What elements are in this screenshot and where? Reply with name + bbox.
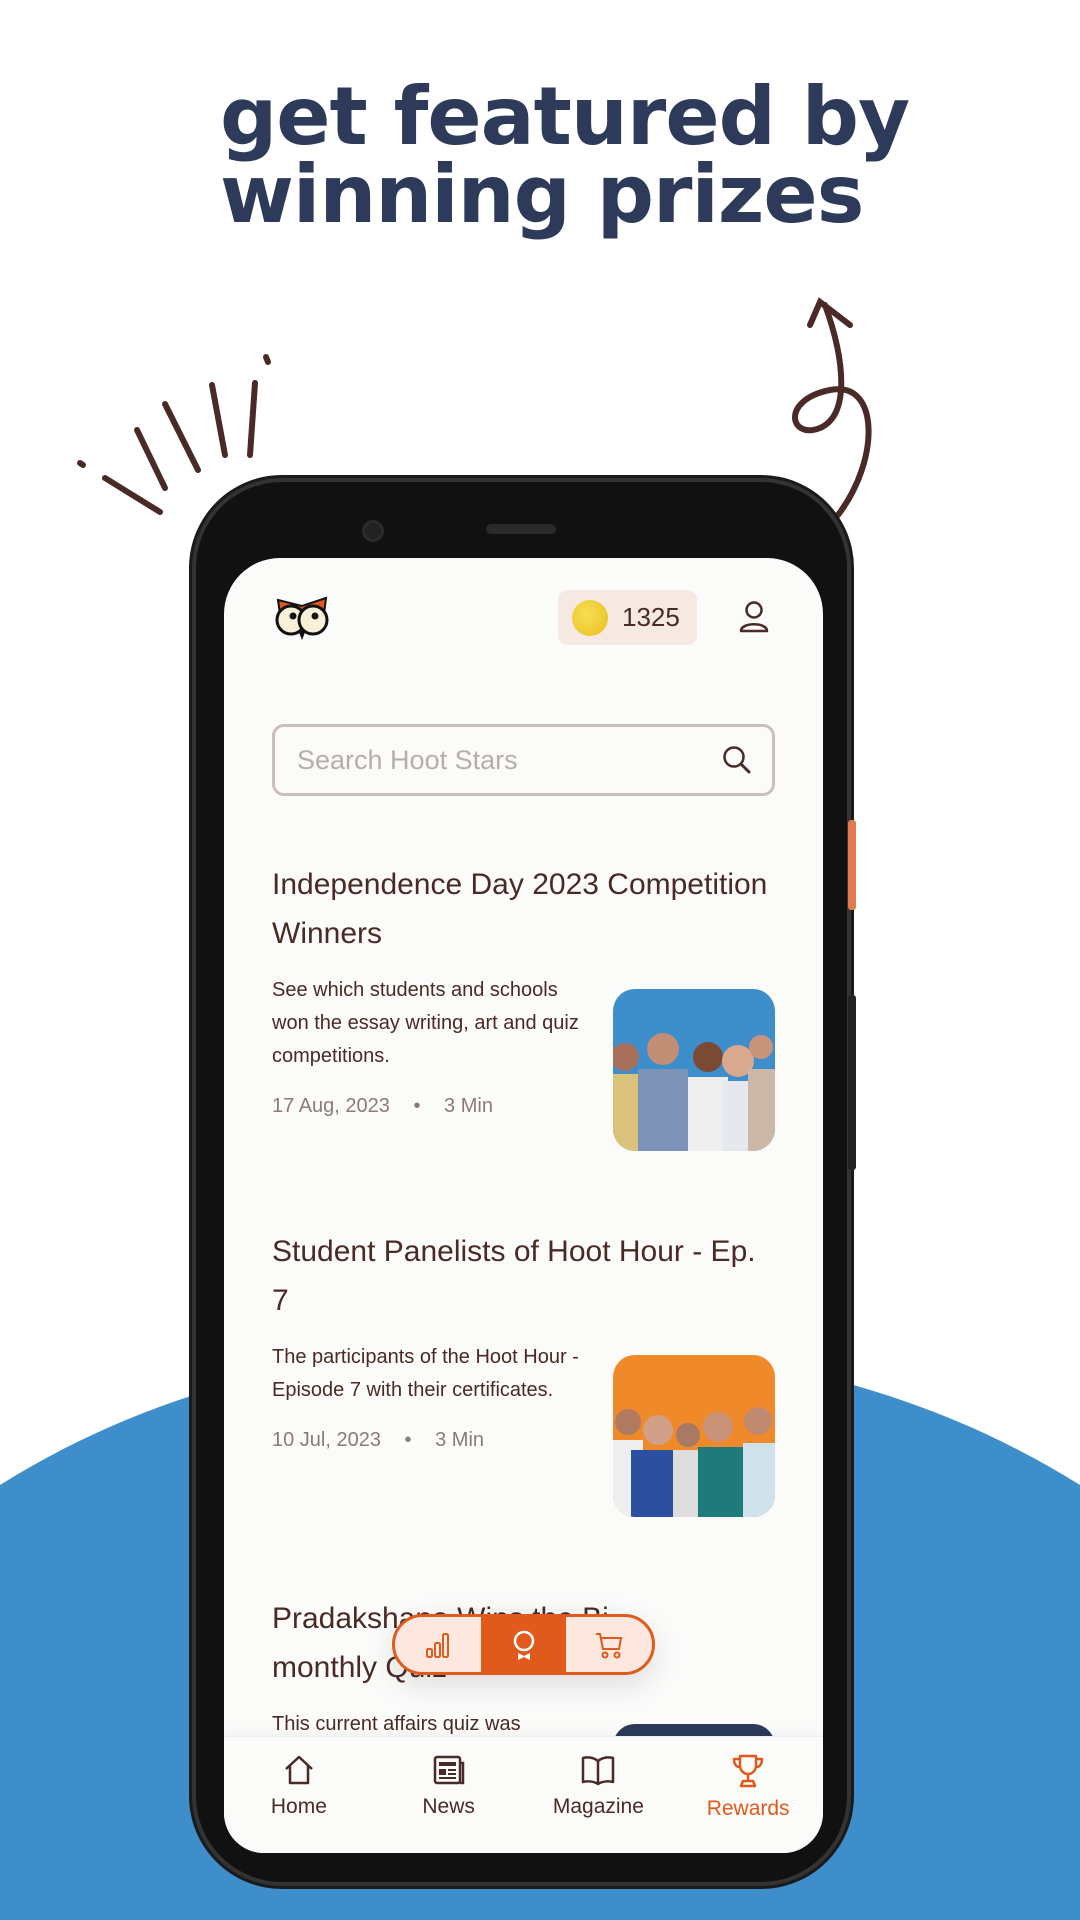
nav-label: News — [422, 1795, 475, 1818]
cart-icon — [596, 1632, 623, 1658]
owl-logo-icon[interactable] — [274, 594, 330, 642]
article-card[interactable]: Independence Day 2023 Competition Winner… — [272, 860, 775, 1160]
article-title[interactable]: Independence Day 2023 Competition Winner… — [272, 860, 775, 958]
article-read-time: 3 Min — [444, 1095, 493, 1117]
speaker — [486, 524, 556, 534]
panelists-photo — [613, 1407, 775, 1517]
article-description: The participants of the Hoot Hour - Epis… — [272, 1346, 579, 1401]
coin-balance[interactable]: 1325 — [558, 590, 697, 645]
nav-label: Rewards — [706, 1797, 790, 1820]
front-camera — [362, 520, 384, 542]
store-button[interactable] — [566, 1617, 652, 1672]
leaderboard-button[interactable] — [395, 1617, 481, 1672]
students-photo — [613, 1033, 775, 1151]
nav-rewards[interactable]: Rewards — [673, 1737, 823, 1853]
coin-icon — [572, 599, 608, 636]
article-title[interactable]: Student Panelists of Hoot Hour - Ep. 7 — [272, 1227, 775, 1325]
trophy-icon — [732, 1754, 764, 1788]
article-thumbnail[interactable] — [613, 989, 775, 1151]
search-box[interactable] — [272, 724, 775, 796]
search-icon[interactable] — [722, 745, 752, 775]
volume-button — [848, 995, 856, 1170]
newspaper-icon — [433, 1755, 464, 1785]
hoot-stars-button[interactable] — [480, 1617, 567, 1672]
rewards-segment-control — [392, 1614, 655, 1675]
article-read-time: 3 Min — [435, 1429, 485, 1451]
search-input[interactable] — [297, 744, 697, 776]
nav-label: Magazine — [552, 1795, 644, 1818]
meta-separator: • — [413, 1095, 421, 1117]
nav-magazine[interactable]: Magazine — [524, 1737, 674, 1853]
coin-count: 1325 — [622, 602, 680, 632]
home-icon — [285, 1755, 313, 1785]
article-card[interactable]: Student Panelists of Hoot Hour - Ep. 7 T… — [272, 1227, 775, 1527]
article-date: 17 Aug, 2023 — [272, 1095, 390, 1117]
nav-news[interactable]: News — [374, 1737, 524, 1853]
article-description: See which students and schools won the e… — [272, 979, 579, 1067]
book-icon — [582, 1756, 615, 1786]
nav-label: Home — [270, 1795, 327, 1818]
meta-separator: • — [404, 1429, 412, 1451]
bar-chart-icon — [425, 1632, 449, 1658]
user-icon[interactable] — [738, 600, 770, 634]
app-screen: 1325 Independence Day 2023 Competition W… — [224, 558, 823, 1853]
award-badge-icon — [513, 1630, 534, 1660]
nav-home[interactable]: Home — [224, 1737, 374, 1853]
power-button — [848, 820, 856, 910]
decorative-doodles — [77, 297, 872, 518]
article-date: 10 Jul, 2023 — [272, 1429, 381, 1451]
article-thumbnail[interactable] — [613, 1355, 775, 1517]
bottom-navigation: Home News Magazine Rewards — [224, 1736, 823, 1853]
